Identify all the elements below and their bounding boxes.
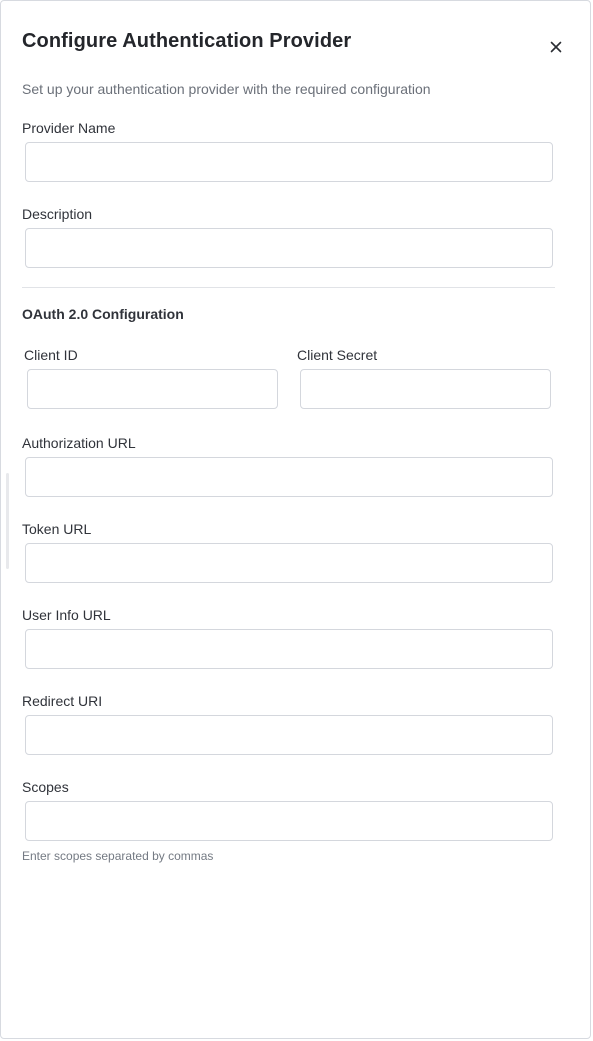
scopes-input[interactable]	[25, 801, 553, 841]
redirect-uri-input[interactable]	[25, 715, 553, 755]
scopes-label: Scopes	[22, 779, 69, 795]
dialog-subtitle: Set up your authentication provider with…	[22, 81, 431, 97]
client-id-label: Client ID	[24, 347, 78, 363]
client-secret-input[interactable]	[300, 369, 551, 409]
provider-name-input[interactable]	[25, 142, 553, 182]
close-button[interactable]	[544, 35, 568, 59]
authorization-url-label: Authorization URL	[22, 435, 136, 451]
user-info-url-label: User Info URL	[22, 607, 111, 623]
client-id-input[interactable]	[27, 369, 278, 409]
authorization-url-input[interactable]	[25, 457, 553, 497]
dialog-title: Configure Authentication Provider	[22, 30, 352, 52]
oauth-section-title: OAuth 2.0 Configuration	[22, 306, 184, 322]
provider-name-label: Provider Name	[22, 120, 116, 136]
token-url-input[interactable]	[25, 543, 553, 583]
client-secret-label: Client Secret	[297, 347, 378, 363]
close-icon	[550, 41, 562, 53]
scopes-hint: Enter scopes separated by commas	[22, 849, 214, 863]
description-input[interactable]	[25, 228, 553, 268]
redirect-uri-label: Redirect URI	[22, 693, 103, 709]
section-divider	[22, 287, 555, 288]
token-url-label: Token URL	[22, 521, 92, 537]
configure-provider-dialog: Configure Authentication Provider Set up…	[0, 0, 591, 1039]
user-info-url-input[interactable]	[25, 629, 553, 669]
description-label: Description	[22, 206, 93, 222]
resize-handle[interactable]	[6, 473, 9, 569]
